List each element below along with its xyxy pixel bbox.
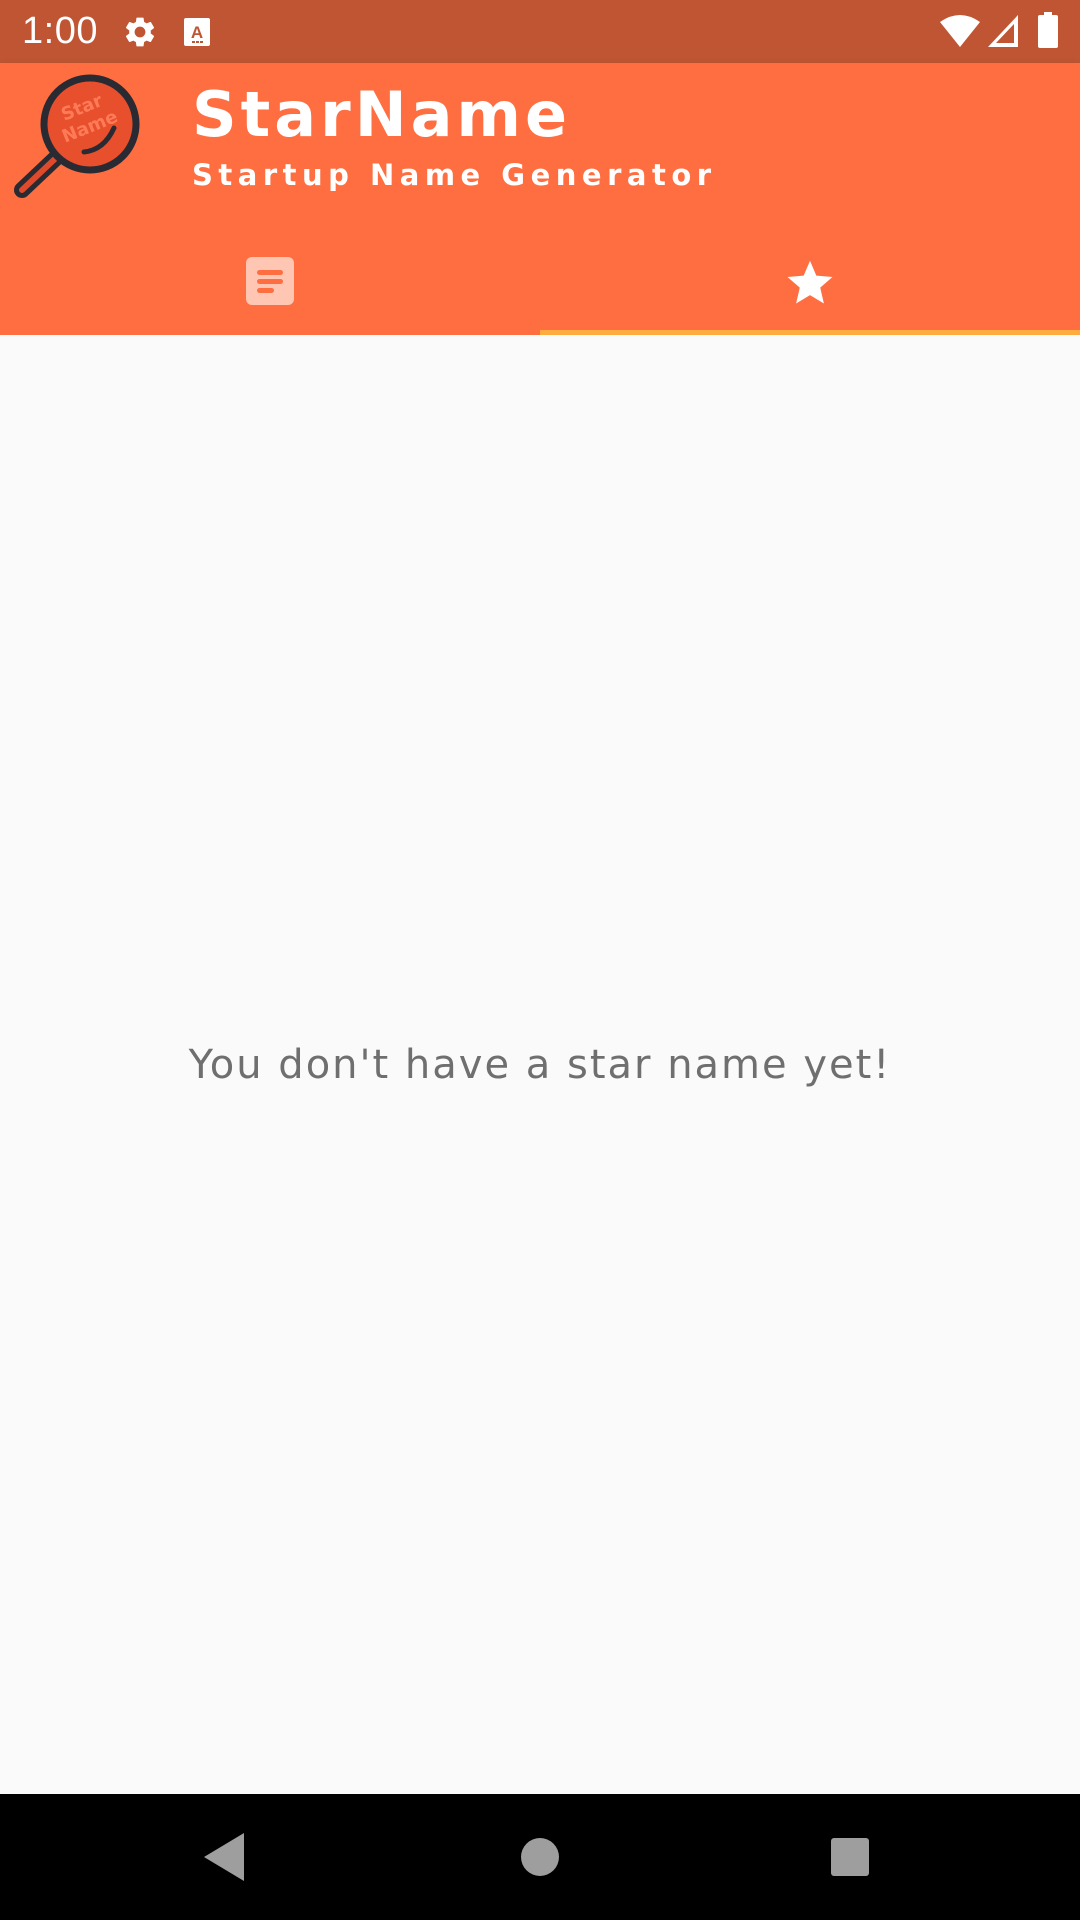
tab-favorites[interactable]	[540, 227, 1080, 335]
battery-icon	[1038, 12, 1058, 48]
status-time: 1:00	[22, 10, 98, 52]
cell-signal-icon	[988, 15, 1018, 47]
list-icon	[246, 257, 294, 305]
home-icon[interactable]	[504, 1821, 576, 1893]
recents-icon[interactable]	[814, 1821, 886, 1893]
star-icon	[787, 260, 833, 304]
navigation-bar	[0, 1794, 1080, 1920]
empty-state-message: You don't have a star name yet!	[188, 1042, 892, 1088]
status-bar: 1:00 A	[0, 0, 1080, 63]
logo-magnifier-icon: Star Name	[14, 74, 140, 198]
app-bar: Star Name StarName Startup Name Generato…	[0, 63, 1080, 335]
wifi-icon	[940, 15, 980, 47]
svg-text:A: A	[191, 23, 203, 42]
settings-icon	[125, 17, 155, 47]
keyboard-a-icon: A	[184, 18, 210, 46]
main-content: You don't have a star name yet!	[0, 335, 1080, 1794]
app-subtitle: Startup Name Generator	[192, 158, 717, 192]
tab-list[interactable]	[0, 227, 540, 335]
app-screen: 1:00 A Star Name StarName Startup Name G…	[0, 0, 1080, 1920]
back-icon[interactable]	[190, 1821, 262, 1893]
app-title: StarName	[192, 78, 572, 151]
